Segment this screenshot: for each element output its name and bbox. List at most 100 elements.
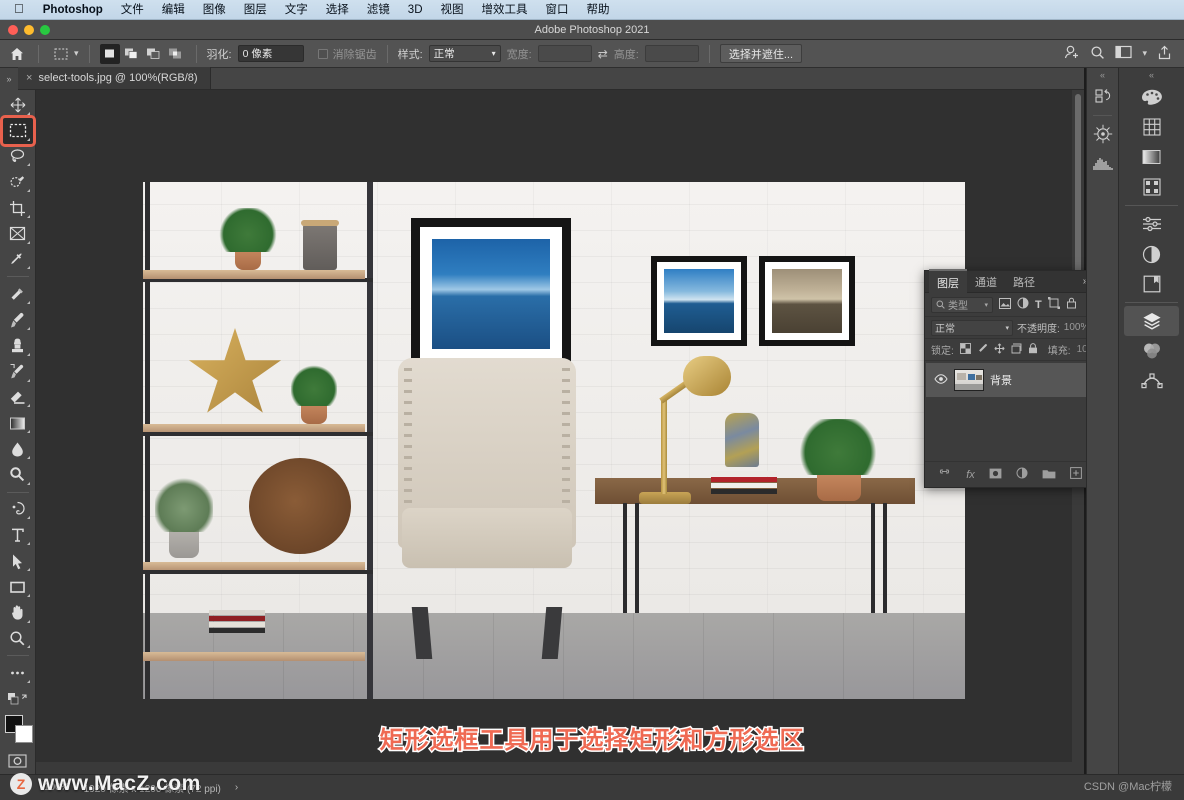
style-select[interactable]: 正常 ▾	[428, 45, 501, 62]
adjustment-layer-filter-icon[interactable]	[1017, 297, 1029, 312]
eraser-tool[interactable]	[3, 385, 33, 411]
shape-layer-filter-icon[interactable]	[1047, 297, 1060, 312]
subtract-from-selection-button[interactable]	[144, 44, 164, 64]
chevron-right-icon[interactable]: ›	[235, 782, 238, 793]
navigator-icon[interactable]	[1087, 119, 1118, 149]
antialias-checkbox[interactable]	[317, 48, 328, 59]
paths-icon[interactable]	[1119, 366, 1184, 396]
document-tab[interactable]: × select-tools.jpg @ 100%(RGB/8)	[18, 67, 211, 89]
tab-paths[interactable]: 路径	[1005, 270, 1043, 293]
history-icon[interactable]	[1087, 82, 1118, 112]
gradients-icon[interactable]	[1119, 142, 1184, 172]
pixel-layer-filter-icon[interactable]	[999, 297, 1011, 312]
window-controls[interactable]	[8, 25, 50, 35]
histogram-icon[interactable]	[1087, 149, 1118, 179]
libraries-icon[interactable]	[1119, 269, 1184, 299]
layer-visibility-icon[interactable]	[934, 373, 948, 387]
brush-tool[interactable]	[3, 307, 33, 333]
document-canvas[interactable]	[143, 182, 965, 699]
new-layer-icon[interactable]	[1069, 467, 1082, 482]
share-user-icon[interactable]	[1064, 44, 1080, 63]
menu-item-filter[interactable]: 滤镜	[358, 0, 399, 20]
quick-selection-tool[interactable]	[3, 169, 33, 195]
swatches-icon[interactable]	[1119, 112, 1184, 142]
crop-tool[interactable]	[3, 195, 33, 221]
blend-mode-select[interactable]: 正常 ▾	[931, 319, 1013, 336]
menu-app-name[interactable]: Photoshop	[34, 0, 112, 20]
default-colors-icon[interactable]	[3, 686, 33, 712]
chevron-double-left-icon[interactable]: «	[1087, 68, 1118, 82]
tool-preset-picker[interactable]: ▾	[49, 44, 79, 64]
lock-position-icon[interactable]	[994, 342, 1005, 357]
rectangular-marquee-tool[interactable]	[0, 114, 36, 147]
search-icon[interactable]	[1090, 45, 1105, 63]
feather-input[interactable]: 0 像素	[237, 45, 304, 62]
chevron-double-left-icon[interactable]: «	[1119, 68, 1184, 82]
menu-item-select[interactable]: 选择	[317, 0, 358, 20]
path-selection-tool[interactable]	[3, 548, 33, 574]
history-brush-tool[interactable]	[3, 359, 33, 385]
menu-item-layer[interactable]: 图层	[235, 0, 276, 20]
close-icon[interactable]: ×	[26, 72, 32, 84]
patterns-icon[interactable]	[1119, 172, 1184, 202]
intersect-with-selection-button[interactable]	[166, 44, 186, 64]
lock-all-icon[interactable]	[1028, 342, 1038, 357]
dodge-tool[interactable]	[3, 462, 33, 488]
lasso-tool[interactable]	[3, 144, 33, 170]
adjustment-layer-icon[interactable]	[1016, 467, 1028, 482]
menu-item-window[interactable]: 窗口	[537, 0, 578, 20]
menu-item-help[interactable]: 帮助	[578, 0, 619, 20]
menu-item-plugins[interactable]: 增效工具	[473, 0, 537, 20]
close-button[interactable]	[8, 25, 18, 35]
rectangle-tool[interactable]	[3, 574, 33, 600]
styles-icon[interactable]	[1119, 239, 1184, 269]
tab-layers[interactable]: 图层	[929, 269, 967, 294]
spot-healing-brush-tool[interactable]	[3, 281, 33, 307]
swap-width-height-icon[interactable]: ⇄	[598, 47, 608, 61]
link-layers-icon[interactable]	[937, 468, 952, 481]
blur-tool[interactable]	[3, 436, 33, 462]
layer-mask-icon[interactable]	[989, 468, 1002, 482]
zoom-button[interactable]	[40, 25, 50, 35]
height-input[interactable]	[644, 45, 699, 62]
tool-panel-expand-icon[interactable]: »	[0, 68, 18, 90]
lock-transparent-pixels-icon[interactable]	[959, 342, 971, 357]
new-selection-button[interactable]	[99, 43, 120, 64]
menu-item-type[interactable]: 文字	[276, 0, 317, 20]
menu-item-edit[interactable]: 编辑	[153, 0, 194, 20]
layer-kind-filter[interactable]: 类型 ▾	[931, 296, 993, 313]
layers-icon[interactable]	[1124, 306, 1179, 336]
home-icon[interactable]	[6, 44, 28, 64]
edit-toolbar-tool[interactable]	[3, 660, 33, 686]
menu-item-image[interactable]: 图像	[194, 0, 235, 20]
move-tool[interactable]	[3, 92, 33, 118]
export-icon[interactable]	[1157, 45, 1172, 63]
chevron-down-icon[interactable]: ▾	[1142, 48, 1147, 59]
tab-channels[interactable]: 通道	[967, 270, 1005, 293]
group-icon[interactable]	[1042, 468, 1056, 482]
eyedropper-tool[interactable]	[3, 247, 33, 273]
lock-artboard-nesting-icon[interactable]	[1011, 343, 1022, 357]
menu-item-3d[interactable]: 3D	[399, 0, 432, 20]
lock-image-pixels-icon[interactable]	[977, 343, 988, 357]
apple-icon[interactable]: 	[8, 1, 34, 18]
type-tool[interactable]	[3, 522, 33, 548]
color-icon[interactable]	[1119, 82, 1184, 112]
menu-item-view[interactable]: 视图	[432, 0, 473, 20]
minimize-button[interactable]	[24, 25, 34, 35]
clone-stamp-tool[interactable]	[3, 333, 33, 359]
hand-tool[interactable]	[3, 600, 33, 626]
smart-object-filter-icon[interactable]	[1066, 297, 1077, 312]
gradient-tool[interactable]	[3, 410, 33, 436]
workspace-icon[interactable]	[1115, 45, 1133, 62]
adjustments-icon[interactable]	[1119, 209, 1184, 239]
add-to-selection-button[interactable]	[122, 44, 142, 64]
chevron-down-icon[interactable]: ▾	[74, 48, 79, 59]
layer-name[interactable]: 背景	[990, 372, 1012, 388]
menu-item-file[interactable]: 文件	[112, 0, 153, 20]
frame-tool[interactable]	[3, 221, 33, 247]
width-input[interactable]	[537, 45, 592, 62]
channels-icon[interactable]	[1119, 336, 1184, 366]
zoom-tool[interactable]	[3, 626, 33, 652]
pen-tool[interactable]	[3, 497, 33, 523]
